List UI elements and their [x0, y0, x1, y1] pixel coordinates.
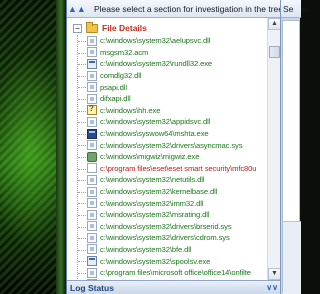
tree-item-label: c:\windows\system32\drivers\asyncmac.sys	[100, 140, 243, 150]
exe-file-icon	[87, 256, 97, 267]
tree-item[interactable]: c:\windows\system32\bfe.dll	[67, 244, 256, 256]
dll-file-icon	[87, 174, 97, 185]
desktop-background	[0, 0, 66, 294]
tree-item-label: c:\windows\system32\netutils.dll	[100, 175, 205, 185]
folder-icon	[86, 21, 98, 33]
tree-root-file-details[interactable]: − File Details	[73, 21, 147, 34]
tree-item-label: c:\windows\system32\bfe.dll	[100, 244, 192, 254]
dll-file-icon	[87, 82, 97, 93]
tree-item-label: comdlg32.dll	[100, 71, 142, 81]
dll-file-icon	[87, 35, 97, 46]
log-status-bar[interactable]: Log Status ∨∨	[67, 280, 281, 294]
tree-item[interactable]: c:\windows\system32\rundll32.exe	[67, 58, 256, 70]
tree-item-label: c:\windows\system32\kernelbase.dll	[100, 187, 218, 197]
tree-item[interactable]: c:\program files\eset\eset smart securit…	[67, 163, 257, 175]
dll-file-icon	[87, 116, 97, 127]
tree-item-label: c:\windows\hh.exe	[100, 105, 161, 115]
tree-item[interactable]: c:\windows\system32\drivers\cdrom.sys	[67, 232, 256, 244]
dll-file-icon	[87, 186, 97, 197]
tree-item-label: c:\windows\system32\aelupsvc.dll	[100, 36, 211, 46]
tree-item[interactable]: psapi.dll	[67, 81, 256, 93]
tree-item-label: difxapi.dll	[100, 94, 131, 104]
tree-item-label: c:\windows\system32\appidsvc.dll	[100, 117, 211, 127]
dll-file-icon	[87, 47, 97, 58]
tree-item-label: c:\windows\syswow64\mshta.exe	[100, 129, 209, 139]
tree-item[interactable]: c:\windows\migwiz\migwiz.exe	[67, 151, 256, 163]
tree-item[interactable]: c:\windows\system32\imm32.dll	[67, 197, 256, 209]
dll-file-icon	[87, 221, 97, 232]
tree-item[interactable]: difxapi.dll	[67, 93, 256, 105]
tree-item[interactable]: c:\windows\syswow64\mshta.exe	[67, 128, 256, 140]
dll-file-icon	[87, 93, 97, 104]
tree-item[interactable]: c:\windows\system32\msrating.dll	[67, 209, 256, 221]
tree-item[interactable]: c:\windows\system32\drivers\brserid.sys	[67, 221, 256, 233]
dll-file-icon	[87, 244, 97, 255]
tree-item-label: c:\windows\system32\msrating.dll	[100, 210, 210, 220]
vertical-scrollbar[interactable]: ▲ ▼	[267, 18, 281, 280]
tree-item[interactable]: c:\windows\system32\drivers\asyncmac.sys	[67, 139, 256, 151]
tree-item[interactable]: comdlg32.dll	[67, 70, 256, 82]
migwiz-file-icon	[87, 151, 97, 162]
tree-items-list: c:\windows\system32\aelupsvc.dll msgsm32.…	[67, 35, 257, 280]
help-file-icon	[87, 104, 97, 116]
tree-item[interactable]: c:\windows\system32\kernelbase.dll	[67, 186, 256, 198]
collapse-expander-icon[interactable]: −	[73, 23, 82, 33]
hta-file-icon	[87, 128, 97, 139]
exe-file-icon	[87, 58, 97, 69]
tree-item[interactable]: c:\windows\system32\spoolsv.exe	[67, 255, 256, 267]
tree-item-label: c:\windows\system32\drivers\brserid.sys	[100, 221, 232, 231]
tree-item-label: c:\windows\system32\drivers\cdrom.sys	[100, 233, 230, 243]
tree-item-label: c:\windows\migwiz\migwiz.exe	[100, 152, 200, 162]
right-panel-header: Se	[281, 0, 301, 18]
collapse-up-button[interactable]: ▲▲	[68, 1, 86, 17]
tree-item[interactable]: c:\program files\microsoft office\office…	[67, 267, 256, 279]
tree-item-label: msgsm32.acm	[100, 47, 149, 57]
tree-item[interactable]: c:\windows\system32\netutils.dll	[67, 174, 256, 186]
tree-root-label: File Details	[102, 23, 147, 33]
tree-item-label: c:\windows\system32\imm32.dll	[100, 198, 204, 208]
hint-bar: ▲▲ Please select a section for investiga…	[67, 0, 314, 18]
right-panel-label: Se	[283, 4, 294, 14]
dll-file-icon	[87, 209, 97, 220]
eset-file-icon	[87, 163, 97, 174]
tree-item-label: psapi.dll	[100, 82, 127, 92]
expand-down-icon[interactable]: ∨∨	[266, 283, 278, 292]
tree-item-label: c:\program files\eset\eset smart securit…	[100, 163, 257, 173]
tree-item-label: c:\program files\microsoft office\office…	[100, 268, 251, 278]
right-side-panel: Se	[280, 0, 301, 294]
tree-item-label: c:\windows\system32\spoolsv.exe	[100, 256, 211, 266]
tree-item[interactable]: c:\windows\hh.exe	[67, 104, 256, 117]
dll-file-icon	[87, 267, 97, 278]
tree-item-label: c:\windows\system32\rundll32.exe	[100, 59, 213, 69]
tree-item[interactable]: c:\windows\system32\aelupsvc.dll	[67, 35, 256, 47]
scroll-thumb[interactable]	[269, 46, 280, 58]
log-status-label: Log Status	[70, 282, 114, 293]
right-panel-body	[282, 20, 301, 294]
dll-file-icon	[87, 140, 97, 151]
dll-file-icon	[87, 232, 97, 243]
dll-file-icon	[87, 70, 97, 81]
investigation-window: ▲▲ Please select a section for investiga…	[66, 0, 314, 294]
dll-file-icon	[87, 198, 97, 209]
file-details-tree[interactable]: − File Details c:\windows\system32\aelup…	[67, 18, 267, 280]
tree-item[interactable]: c:\windows\system32\appidsvc.dll	[67, 116, 256, 128]
tree-item[interactable]: msgsm32.acm	[67, 47, 256, 59]
